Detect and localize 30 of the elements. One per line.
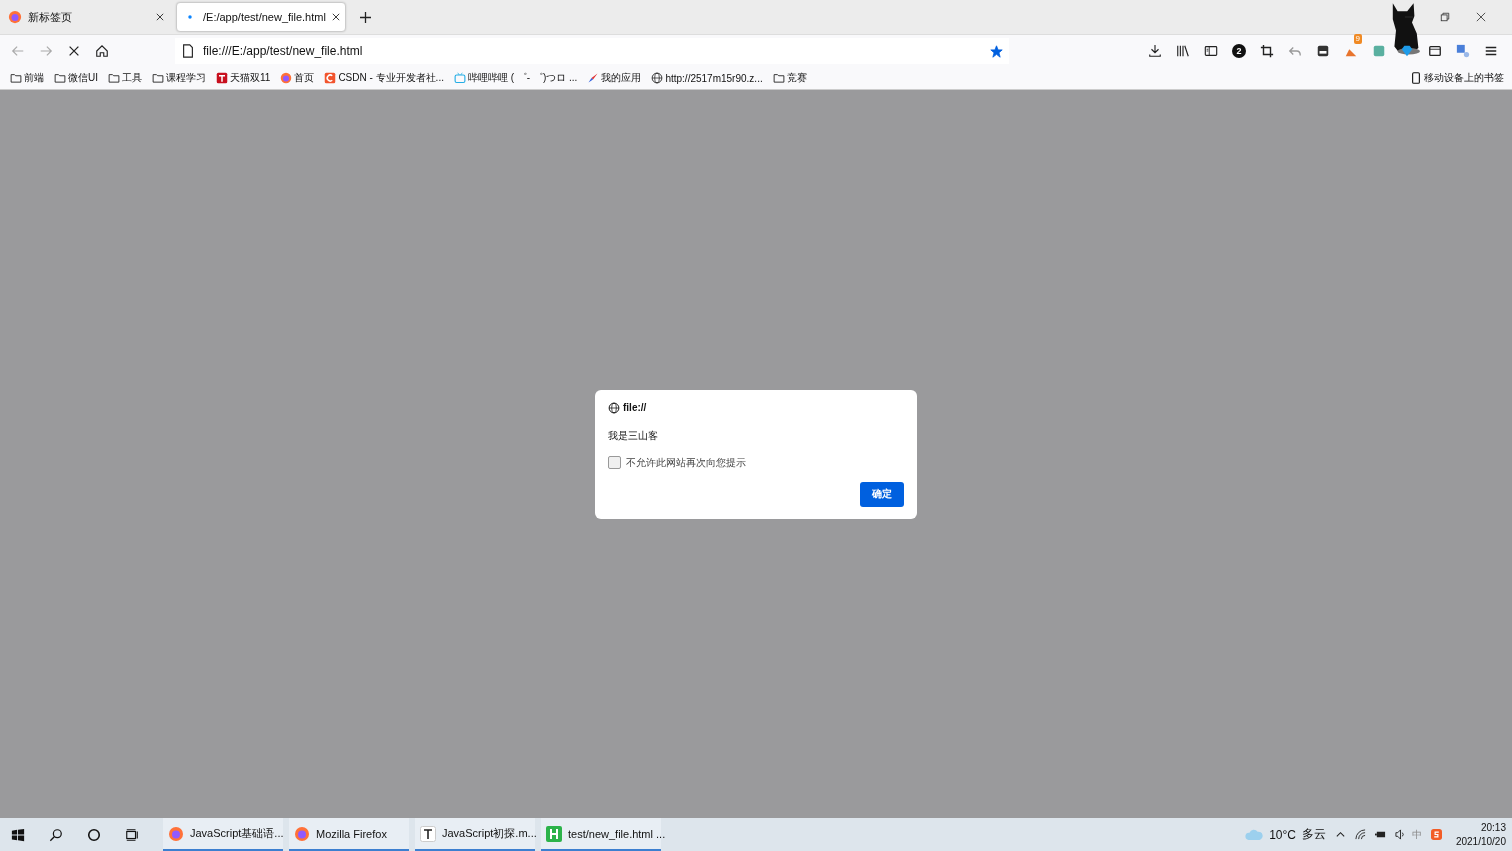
mobile-bookmarks-item[interactable]: 移动设备上的书签 (1410, 71, 1504, 85)
bookmark-item[interactable]: 课程学习 (152, 71, 206, 85)
counter-badge[interactable]: 2 (1232, 44, 1246, 58)
address-field[interactable]: file:///E:/app/test/new_file.html (175, 38, 1009, 64)
bookmark-item[interactable]: 首页 (280, 71, 315, 85)
tab-title: 新标签页 (28, 9, 73, 25)
clock-time: 20:13 (1480, 820, 1506, 835)
bookmark-item[interactable]: 竞赛 (772, 71, 807, 85)
taskbar-app[interactable]: Mozilla Firefox (289, 818, 409, 851)
checkbox-label: 不允许此网站再次向您提示 (626, 455, 746, 470)
bookmark-item[interactable]: 工具 (108, 71, 142, 85)
taskbar-app[interactable]: JavaScript基础语... (163, 818, 283, 851)
tab-title: /E:/app/test/new_file.html (203, 11, 326, 23)
taskbar-app[interactable]: JavaScript初探.m... (415, 818, 535, 851)
notification-badge: 9 (1353, 34, 1362, 44)
temperature: 10°C (1269, 827, 1296, 842)
bookmark-item[interactable]: CSDN - 专业开发者社... (324, 71, 444, 85)
browser-tab[interactable]: /E:/app/test/new_file.html (176, 2, 346, 32)
weather-text: 多云 (1301, 826, 1326, 843)
clock-date: 2021/10/20 (1455, 834, 1506, 849)
ok-button[interactable]: 确定 (860, 481, 904, 507)
bookmark-item[interactable]: 微信UI (54, 71, 98, 85)
bookmark-item[interactable]: http://2517m15r90.z... (651, 72, 763, 84)
dialog-origin: file:// (623, 402, 647, 413)
dialog-message: 我是三山客 (608, 428, 659, 443)
bookmark-item[interactable]: 我的应用 (587, 71, 642, 85)
bookmark-item[interactable]: 哔哩哔哩 ( ゜- ゜)つロ ... (453, 71, 578, 85)
browser-tab[interactable]: 新标签页 (2, 2, 172, 32)
bookmark-item[interactable]: 天猫双11 (216, 71, 271, 85)
bookmark-item[interactable]: 前端 (10, 71, 44, 85)
